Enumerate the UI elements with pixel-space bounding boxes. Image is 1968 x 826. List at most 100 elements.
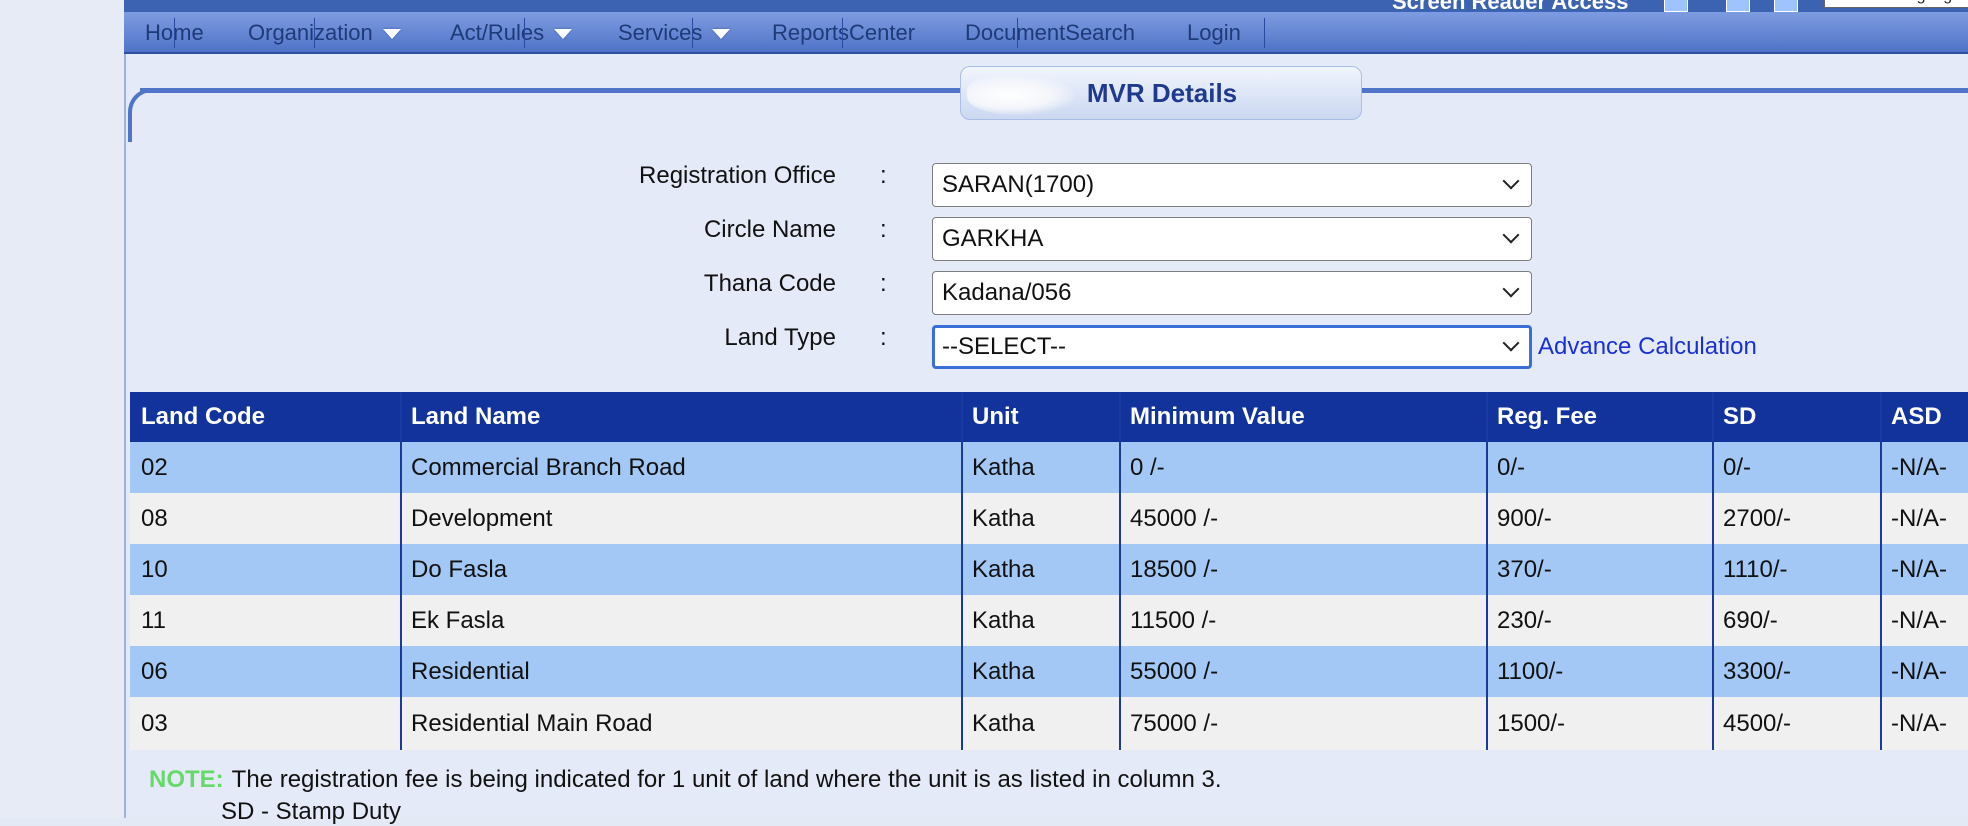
text-size-normal-icon[interactable]: [1726, 0, 1750, 12]
nav-document-search[interactable]: DocumentSearch: [965, 20, 1135, 46]
cell-asd: -N/A-: [1891, 657, 1947, 685]
accessibility-strip: Screen Reader Access Select a language: [124, 0, 1968, 12]
column-divider: [1712, 392, 1714, 750]
column-divider: [1486, 392, 1488, 750]
selected-value: --SELECT--: [942, 333, 1067, 360]
nav-services[interactable]: Services: [618, 20, 731, 46]
cell-land-code: 08: [141, 504, 168, 532]
column-header-sd: SD: [1723, 403, 1757, 430]
note-text: The registration fee is being indicated …: [231, 766, 1222, 793]
left-gutter: [0, 0, 124, 818]
form-colon: :: [880, 216, 887, 243]
cell-sd: 2700/-: [1723, 504, 1792, 532]
cell-land-name: Residential: [411, 657, 530, 685]
selected-value: SARAN(1700): [942, 171, 1095, 198]
page-title: MVR Details: [1086, 78, 1238, 108]
fee-note: NOTE: The registration fee is being indic…: [149, 766, 1222, 794]
cell-minimum-value: 75000 /-: [1130, 709, 1219, 737]
nav-separator: [174, 18, 175, 48]
cell-land-code: 10: [141, 555, 168, 583]
sd-legend: SD - Stamp Duty: [221, 798, 402, 825]
cell-land-code: 02: [141, 453, 168, 481]
column-header-reg-fee: Reg. Fee: [1497, 403, 1598, 430]
cell-asd: -N/A-: [1891, 504, 1947, 532]
cell-sd: 3300/-: [1723, 657, 1792, 685]
table-row: 06 Residential Katha 55000 /- 1100/- 330…: [130, 646, 1968, 697]
cell-minimum-value: 0 /-: [1130, 453, 1165, 481]
column-header-asd: ASD: [1891, 403, 1942, 430]
form-colon: :: [880, 270, 887, 297]
text-size-large-icon[interactable]: [1774, 0, 1798, 12]
content-border: [124, 0, 126, 818]
screen-reader-access-link[interactable]: Screen Reader Access: [1392, 0, 1628, 12]
title-frame-corner: [128, 88, 158, 142]
nav-organization[interactable]: Organization: [248, 20, 401, 46]
nav-act-rules[interactable]: Act/Rules: [450, 20, 573, 46]
cell-unit: Katha: [972, 606, 1035, 634]
mvr-table: Land Code Land Name Unit Minimum Value R…: [130, 392, 1968, 750]
thana-code-select[interactable]: Kadana/056: [932, 271, 1532, 315]
nav-login[interactable]: Login: [1187, 20, 1241, 46]
main-nav: Home Organization Act/Rules Services Rep…: [124, 12, 1968, 54]
column-header-land-code: Land Code: [141, 403, 265, 430]
advance-calculation-link[interactable]: Advance Calculation: [1538, 333, 1757, 361]
chevron-down-icon: [1502, 334, 1520, 352]
table-row: 03 Residential Main Road Katha 75000 /- …: [130, 697, 1968, 750]
text-size-small-icon[interactable]: [1664, 0, 1688, 12]
circle-name-label: Circle Name: [703, 216, 836, 243]
cell-unit: Katha: [972, 504, 1035, 532]
cell-unit: Katha: [972, 709, 1035, 737]
column-divider: [961, 392, 963, 750]
cell-land-code: 06: [141, 657, 168, 685]
nav-separator: [314, 18, 315, 48]
cell-asd: -N/A-: [1891, 709, 1947, 737]
column-header-unit: Unit: [972, 403, 1019, 430]
cell-reg-fee: 1500/-: [1497, 709, 1566, 737]
cell-land-code: 03: [141, 709, 168, 737]
form-colon: :: [880, 324, 887, 351]
note-label: NOTE:: [149, 766, 224, 793]
cell-sd: 4500/-: [1723, 709, 1792, 737]
cell-minimum-value: 45000 /-: [1130, 504, 1219, 532]
nav-separator: [1017, 18, 1018, 48]
title-box: MVR Details: [960, 66, 1362, 120]
land-type-label: Land Type: [724, 324, 836, 351]
selected-value: GARKHA: [942, 225, 1044, 252]
table-row: 08 Development Katha 45000 /- 900/- 2700…: [130, 493, 1968, 544]
column-divider: [1880, 392, 1882, 750]
cell-land-name: Ek Fasla: [411, 606, 505, 634]
column-divider: [1119, 392, 1121, 750]
cell-reg-fee: 900/-: [1497, 504, 1552, 532]
table-row: 02 Commercial Branch Road Katha 0 /- 0/-…: [130, 442, 1968, 493]
registration-office-select[interactable]: SARAN(1700): [932, 163, 1532, 207]
cell-land-name: Commercial Branch Road: [411, 453, 686, 481]
dropdown-arrow-icon: [554, 29, 573, 40]
form-colon: :: [880, 162, 887, 189]
cell-sd: 0/-: [1723, 453, 1752, 481]
table-header: Land Code Land Name Unit Minimum Value R…: [130, 392, 1968, 442]
cell-sd: 1110/-: [1723, 555, 1788, 583]
cell-reg-fee: 1100/-: [1497, 657, 1564, 685]
circle-name-select[interactable]: GARKHA: [932, 217, 1532, 261]
dropdown-arrow-icon: [382, 29, 401, 40]
cell-asd: -N/A-: [1891, 453, 1947, 481]
cell-reg-fee: 0/-: [1497, 453, 1526, 481]
cell-asd: -N/A-: [1891, 555, 1947, 583]
cell-land-name: Do Fasla: [411, 555, 508, 583]
chevron-down-icon: [1502, 280, 1520, 298]
land-type-select[interactable]: --SELECT--: [932, 325, 1532, 369]
table-row: 11 Ek Fasla Katha 11500 /- 230/- 690/- -…: [130, 595, 1968, 646]
cell-sd: 690/-: [1723, 606, 1778, 634]
cell-reg-fee: 230/-: [1497, 606, 1552, 634]
cell-land-name: Development: [411, 504, 553, 532]
cell-unit: Katha: [972, 657, 1035, 685]
chevron-down-icon: [1502, 172, 1520, 190]
nav-reports-center[interactable]: ReportsCenter: [772, 20, 915, 46]
language-select[interactable]: Select a language: [1824, 0, 1968, 8]
cell-minimum-value: 11500 /-: [1130, 606, 1217, 634]
cell-reg-fee: 370/-: [1497, 555, 1552, 583]
cell-unit: Katha: [972, 555, 1035, 583]
cell-minimum-value: 18500 /-: [1130, 555, 1219, 583]
cell-land-code: 11: [141, 606, 166, 634]
registration-office-label: Registration Office: [639, 162, 836, 189]
